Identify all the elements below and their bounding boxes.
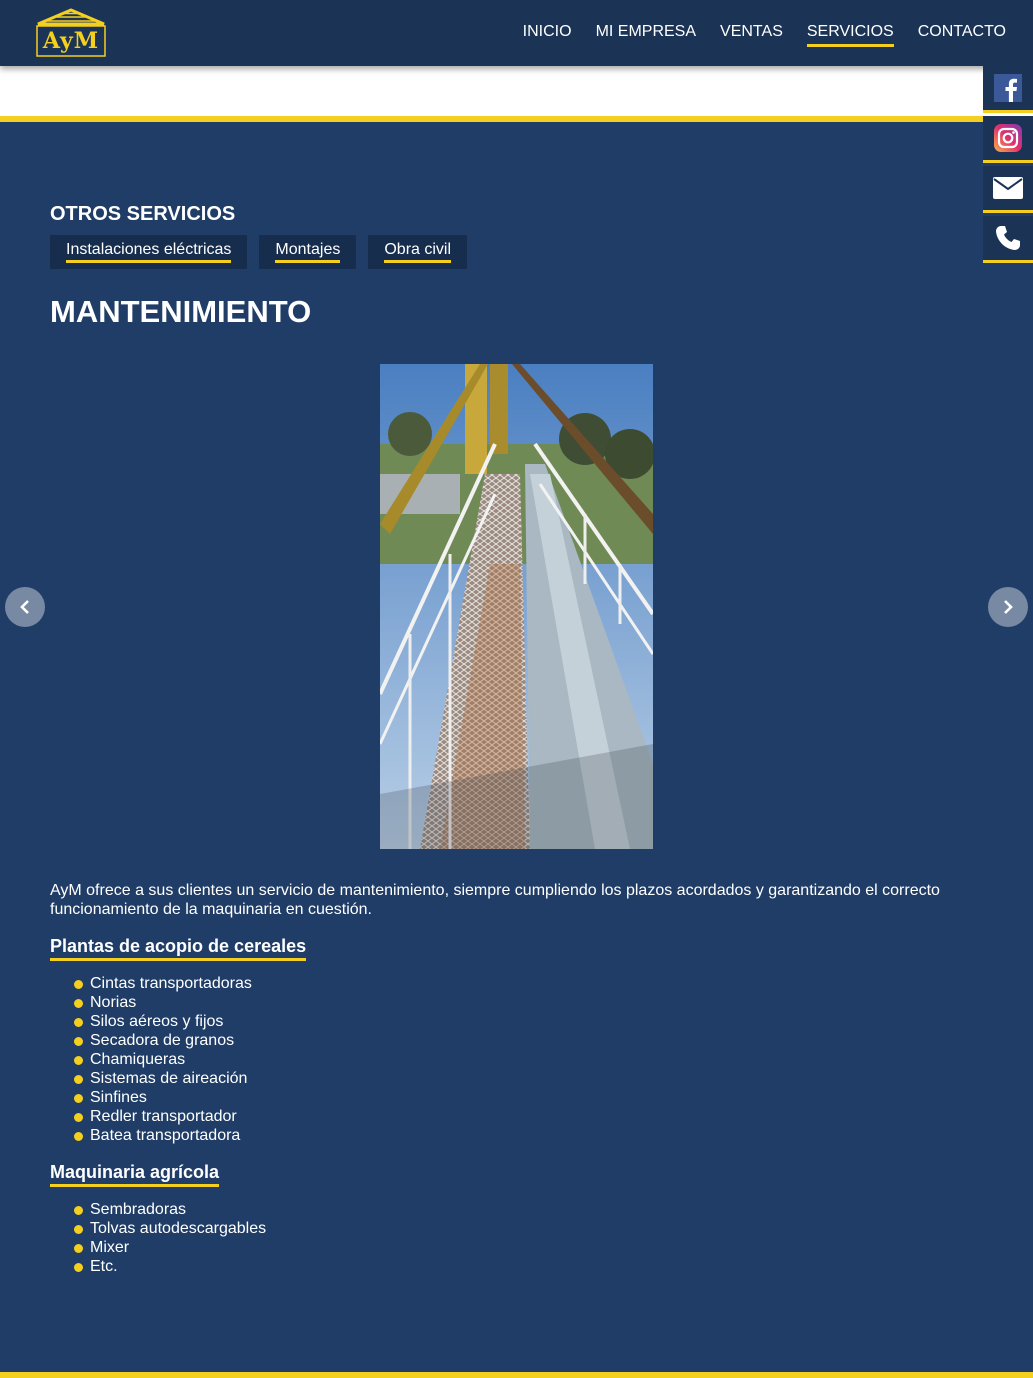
bullet-dot xyxy=(74,1056,83,1065)
list-item-label: Sembradoras xyxy=(90,1201,187,1218)
bullet-dot xyxy=(74,980,83,989)
bullet-dot xyxy=(74,1037,83,1046)
chevron-left-icon xyxy=(20,600,29,614)
social-sidebar xyxy=(983,66,1033,266)
bullet-dot xyxy=(74,1225,83,1234)
group-heading-maquinaria: Maquinaria agrícola xyxy=(50,1161,220,1187)
nav-mi-empresa[interactable]: MI EMPRESA xyxy=(596,22,696,47)
list-item: Sinfines xyxy=(74,1088,252,1107)
carousel-prev-button[interactable] xyxy=(5,587,45,627)
bullet-dot xyxy=(74,1244,83,1253)
list-item: Mixer xyxy=(74,1238,266,1257)
nav-servicios[interactable]: SERVICIOS xyxy=(806,22,894,47)
list-item-label: Cintas transportadoras xyxy=(90,975,252,992)
facebook-icon xyxy=(994,74,1022,102)
tab-label: Montajes xyxy=(275,241,341,263)
company-logo[interactable]: AyM xyxy=(34,8,108,60)
list-item: Etc. xyxy=(74,1257,266,1276)
list-item: Sistemas de aireación xyxy=(74,1069,252,1088)
phone-button[interactable] xyxy=(983,216,1033,263)
list-item: Batea transportadora xyxy=(74,1126,252,1145)
nav-contacto[interactable]: CONTACTO xyxy=(918,22,1006,47)
tab-instalaciones-electricas[interactable]: Instalaciones eléctricas xyxy=(50,235,248,269)
white-band xyxy=(0,66,1033,116)
tab-montajes[interactable]: Montajes xyxy=(259,235,357,269)
bullet-dot xyxy=(74,1132,83,1141)
bullet-dot xyxy=(74,999,83,1008)
bullet-dot xyxy=(74,1206,83,1215)
list-item: Tolvas autodescargables xyxy=(74,1219,266,1238)
nav-ventas[interactable]: VENTAS xyxy=(720,22,783,47)
bullet-dot xyxy=(74,1075,83,1084)
maintenance-photo xyxy=(380,364,653,849)
list-item: Norias xyxy=(74,993,252,1012)
list-item: Sembradoras xyxy=(74,1200,266,1219)
bottom-accent-line xyxy=(0,1372,1033,1378)
nav-inicio[interactable]: INICIO xyxy=(523,22,572,47)
instagram-icon xyxy=(994,124,1022,152)
list-item-label: Tolvas autodescargables xyxy=(90,1220,267,1237)
list-plantas: Cintas transportadoras Norias Silos aére… xyxy=(74,974,252,1145)
instagram-button[interactable] xyxy=(983,116,1033,163)
facebook-button[interactable] xyxy=(983,66,1033,113)
bullet-dot xyxy=(74,1094,83,1103)
list-item: Redler transportador xyxy=(74,1107,252,1126)
list-item-label: Sistemas de aireación xyxy=(90,1070,248,1087)
list-item-label: Etc. xyxy=(90,1258,118,1275)
logo-text: AyM xyxy=(42,28,100,54)
list-item: Chamiqueras xyxy=(74,1050,252,1069)
bullet-dot xyxy=(74,1263,83,1272)
tab-label: Instalaciones eléctricas xyxy=(66,241,232,263)
list-item-label: Mixer xyxy=(90,1239,130,1256)
top-accent-line xyxy=(0,116,1033,122)
other-services-label: OTROS SERVICIOS xyxy=(50,203,236,225)
list-item-label: Silos aéreos y fijos xyxy=(90,1013,224,1030)
list-item-label: Norias xyxy=(90,994,137,1011)
intro-text: AyM ofrece a sus clientes un servicio de… xyxy=(50,882,940,918)
tab-obra-civil[interactable]: Obra civil xyxy=(368,235,468,269)
list-item: Silos aéreos y fijos xyxy=(74,1012,252,1031)
list-item: Secadora de granos xyxy=(74,1031,252,1050)
phone-icon xyxy=(996,226,1020,250)
group-heading-plantas: Plantas de acopio de cereales xyxy=(50,935,307,961)
page-title: MANTENIMIENTO xyxy=(50,294,312,329)
site-header: AyM INICIO MI EMPRESA VENTAS SERVICIOS C… xyxy=(0,0,1033,66)
bullet-dot xyxy=(74,1018,83,1027)
list-item-label: Sinfines xyxy=(90,1089,147,1106)
list-item-label: Redler transportador xyxy=(90,1108,237,1125)
list-item-label: Batea transportadora xyxy=(90,1127,241,1144)
chevron-right-icon xyxy=(1004,600,1013,614)
list-item-label: Chamiqueras xyxy=(90,1051,186,1068)
list-maquinaria: Sembradoras Tolvas autodescargables Mixe… xyxy=(74,1200,266,1276)
list-item: Cintas transportadoras xyxy=(74,974,252,993)
email-button[interactable] xyxy=(983,166,1033,213)
tab-label: Obra civil xyxy=(384,241,452,263)
envelope-icon xyxy=(993,177,1023,199)
service-tabs: Instalaciones eléctricas Montajes Obra c… xyxy=(50,235,468,269)
list-item-label: Secadora de granos xyxy=(90,1032,235,1049)
main-nav: INICIO MI EMPRESA VENTAS SERVICIOS CONTA… xyxy=(523,22,1006,47)
bullet-dot xyxy=(74,1113,83,1122)
carousel-next-button[interactable] xyxy=(988,587,1028,627)
